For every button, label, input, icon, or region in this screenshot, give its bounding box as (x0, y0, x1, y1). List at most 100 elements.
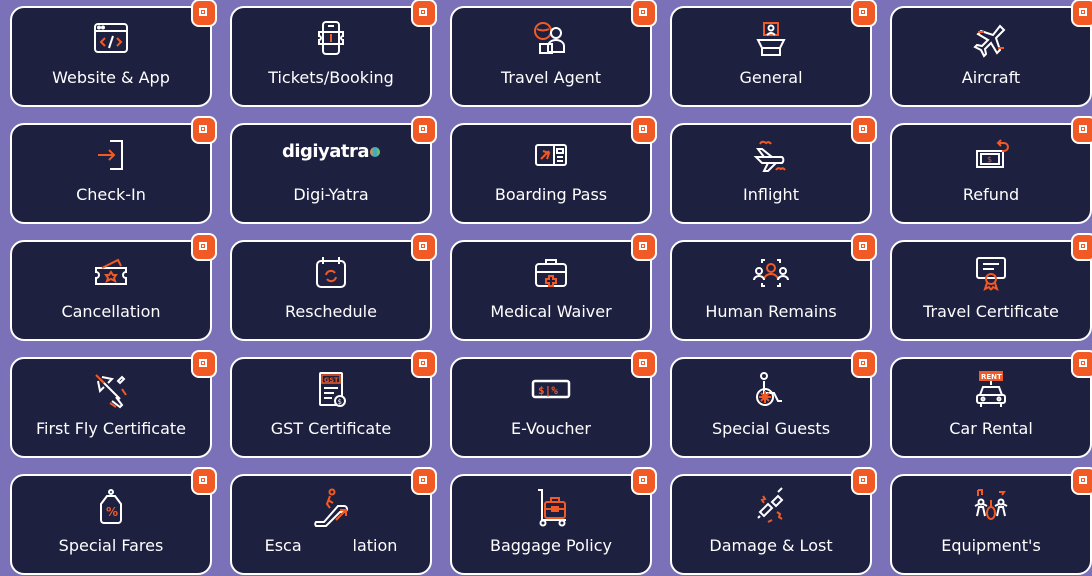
music-people-icon (970, 486, 1012, 528)
tile-digi-yatra[interactable]: digiyatra Digi-Yatra (230, 116, 437, 224)
tile-label: Inflight (743, 185, 799, 204)
discount-tag-icon: % (90, 486, 132, 528)
tile-baggage-policy[interactable]: Baggage Policy (450, 467, 657, 575)
tile-label: Aircraft (961, 68, 1021, 87)
tile-special-fares[interactable]: % Special Fares (10, 467, 217, 575)
badge-icon (851, 233, 877, 261)
tile-label: Equipment's (941, 536, 1041, 555)
badge-icon (411, 233, 437, 261)
luggage-trolley-icon (530, 486, 572, 528)
digiyatra-logo: digiyatra (232, 141, 430, 162)
travel-agent-icon (530, 18, 572, 60)
tile-check-in[interactable]: Check-In (10, 116, 217, 224)
tile-aircraft[interactable]: Aircraft (890, 0, 1092, 107)
tile-inflight[interactable]: Inflight (670, 116, 877, 224)
boarding-pass-icon (530, 135, 572, 177)
car-rental-icon: RENT (970, 369, 1012, 411)
tile-cancellation[interactable]: Cancellation (10, 233, 217, 341)
tile-label: Car Rental (949, 419, 1033, 438)
tile-gst-certificate[interactable]: GST $ GST Certificate (230, 350, 437, 458)
badge-icon (411, 467, 437, 495)
badge-icon (191, 116, 217, 144)
certificate-icon (970, 252, 1012, 294)
badge-icon (851, 467, 877, 495)
tile-equipments[interactable]: Equipment's (890, 467, 1092, 575)
tile-human-remains[interactable]: Human Remains (670, 233, 877, 341)
badge-icon (851, 0, 877, 27)
badge-icon (191, 0, 217, 27)
badge-icon (191, 467, 217, 495)
mobile-ticket-icon (310, 18, 352, 60)
svg-text:$|%: $|% (538, 384, 558, 397)
check-in-icon (90, 135, 132, 177)
svg-text:GST: GST (324, 376, 339, 384)
tile-car-rental[interactable]: RENT Car Rental (890, 350, 1092, 458)
tile-escalation[interactable]: Esca lation (230, 467, 437, 575)
inflight-plane-icon (750, 135, 792, 177)
tile-label: Tickets/Booking (268, 68, 394, 87)
tile-reschedule[interactable]: Reschedule (230, 233, 437, 341)
svg-text:$: $ (987, 155, 992, 164)
wheelchair-icon (750, 369, 792, 411)
airplane-icon (970, 18, 1012, 60)
voucher-icon: $|% (530, 369, 572, 411)
tile-tickets-booking[interactable]: Tickets/Booking (230, 0, 437, 107)
tile-general[interactable]: General (670, 0, 877, 107)
tile-label: Website & App (52, 68, 170, 87)
badge-icon (1071, 467, 1092, 495)
badge-icon (1071, 0, 1092, 27)
escalator-icon (310, 486, 352, 528)
plane-takeoff-icon (90, 369, 132, 411)
tile-travel-agent[interactable]: Travel Agent (450, 0, 657, 107)
badge-icon (1071, 350, 1092, 378)
calendar-reschedule-icon (310, 252, 352, 294)
tile-damage-lost[interactable]: Damage & Lost (670, 467, 877, 575)
svg-text:$: $ (338, 398, 342, 406)
badge-icon (631, 350, 657, 378)
refund-money-icon: $ (970, 135, 1012, 177)
tile-label: Human Remains (705, 302, 837, 321)
badge-icon (631, 116, 657, 144)
tile-website-app[interactable]: Website & App (10, 0, 217, 107)
svg-text:RENT: RENT (981, 373, 1002, 381)
tile-travel-certificate[interactable]: Travel Certificate (890, 233, 1092, 341)
svg-text:%: % (106, 505, 118, 519)
tile-label: Travel Agent (500, 68, 601, 87)
tile-label: Special Fares (58, 536, 164, 555)
badge-icon (1071, 233, 1092, 261)
tile-refund[interactable]: $ Refund (890, 116, 1092, 224)
tile-label: First Fly Certificate (35, 419, 187, 438)
badge-icon (191, 350, 217, 378)
tile-label: Special Guests (711, 419, 831, 438)
badge-icon (631, 467, 657, 495)
tile-label: Cancellation (61, 302, 161, 321)
browser-code-icon (90, 18, 132, 60)
tile-label: Reschedule (285, 302, 377, 321)
tile-label: Medical Waiver (490, 302, 612, 321)
tile-label: Travel Certificate (923, 302, 1059, 321)
tile-label: Boarding Pass (494, 185, 608, 204)
tile-medical-waiver[interactable]: Medical Waiver (450, 233, 657, 341)
tile-special-guests[interactable]: Special Guests (670, 350, 877, 458)
tile-e-voucher[interactable]: $|% E-Voucher (450, 350, 657, 458)
tile-boarding-pass[interactable]: Boarding Pass (450, 116, 657, 224)
gst-document-icon: GST $ (310, 369, 352, 411)
badge-icon (851, 116, 877, 144)
tile-label: Damage & Lost (709, 536, 833, 555)
cancel-ticket-icon (90, 252, 132, 294)
tile-first-fly-certificate[interactable]: First Fly Certificate (10, 350, 217, 458)
tile-label: E-Voucher (511, 419, 591, 438)
tile-label: GST Certificate (270, 419, 392, 438)
tile-label: Check-In (76, 185, 146, 204)
badge-icon (631, 233, 657, 261)
people-group-icon (750, 252, 792, 294)
info-desk-icon (750, 18, 792, 60)
badge-icon (411, 350, 437, 378)
tile-label: General (739, 68, 803, 87)
badge-icon (851, 350, 877, 378)
badge-icon (411, 0, 437, 27)
badge-icon (631, 0, 657, 27)
badge-icon (191, 233, 217, 261)
badge-icon (1071, 116, 1092, 144)
category-grid: Website & App Tickets/Booking Travel Age… (0, 0, 1092, 576)
